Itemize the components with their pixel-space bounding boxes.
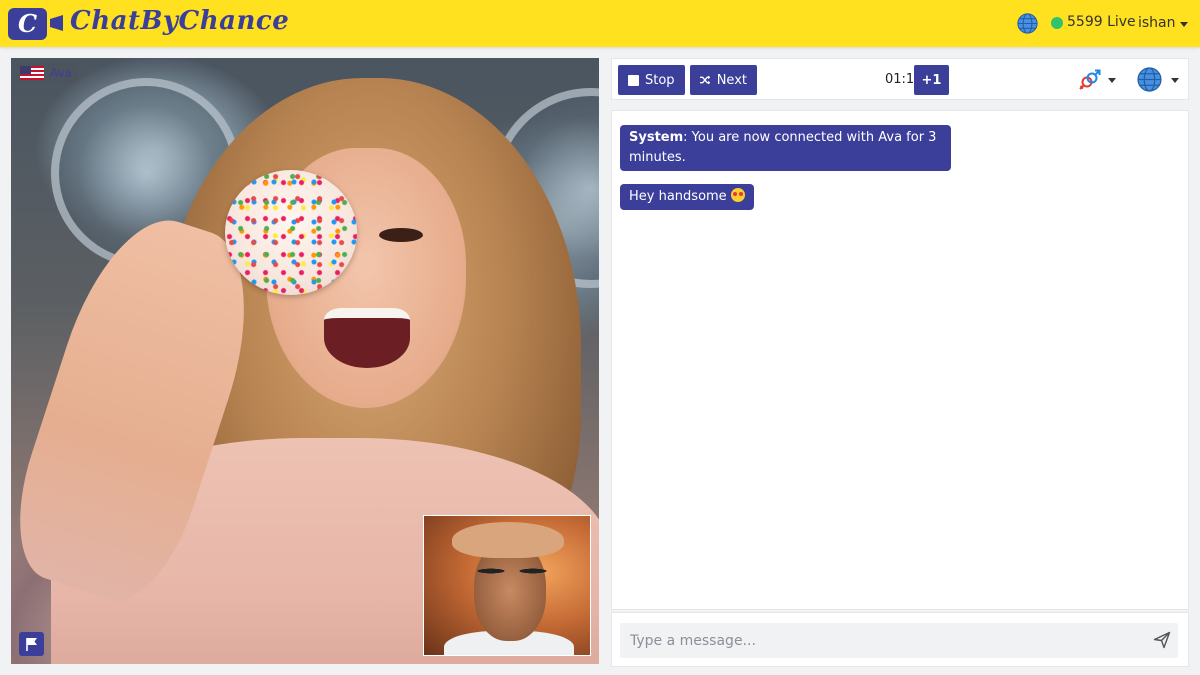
donut-image: [225, 170, 357, 295]
brand-name[interactable]: ChatByChance: [70, 6, 289, 36]
stop-button[interactable]: Stop: [618, 65, 685, 95]
globe-icon[interactable]: [1017, 13, 1038, 34]
caret-down-icon[interactable]: [1108, 78, 1116, 83]
chat-messages: System: You are now connected with Ava f…: [611, 110, 1189, 610]
person-mouth: [324, 308, 410, 368]
report-button[interactable]: [19, 632, 44, 656]
next-label: Next: [716, 72, 747, 88]
next-button[interactable]: Next: [690, 65, 757, 95]
stop-icon: [628, 74, 639, 86]
logo-badge[interactable]: C: [8, 8, 47, 40]
globe-icon[interactable]: [1137, 67, 1162, 92]
self-sunglasses: [470, 560, 554, 582]
message-input[interactable]: [620, 623, 1178, 658]
person-eye: [379, 228, 423, 242]
remote-user-label: Ava: [16, 63, 78, 83]
flag-icon: [26, 638, 37, 651]
message-composer: [611, 612, 1189, 667]
caret-down-icon[interactable]: [1171, 78, 1179, 83]
system-message: System: You are now connected with Ava f…: [620, 125, 951, 171]
remote-user-name: Ava: [50, 66, 72, 80]
caret-down-icon[interactable]: [1180, 22, 1188, 27]
us-flag-icon: [20, 66, 44, 80]
video-camera-icon: [50, 15, 63, 31]
star-struck-emoji: [730, 188, 745, 202]
message-sender: System: [629, 130, 684, 145]
shuffle-icon: [700, 75, 711, 85]
self-video-preview[interactable]: [423, 515, 591, 656]
chat-toolbar: Stop Next 01:11 +1: [611, 58, 1189, 100]
self-hat: [452, 522, 564, 558]
message-text: Hey handsome: [629, 189, 727, 204]
stop-label: Stop: [645, 72, 675, 88]
top-navbar: C ChatByChance 5599 Live ishan: [0, 0, 1200, 47]
live-status-dot: [1051, 17, 1063, 29]
extend-time-button[interactable]: +1: [914, 65, 949, 95]
gender-icon[interactable]: [1078, 68, 1102, 92]
send-icon[interactable]: [1153, 631, 1171, 649]
chat-message: Hey handsome: [620, 184, 754, 210]
user-menu[interactable]: ishan: [1138, 15, 1176, 31]
live-count: 5599 Live: [1067, 14, 1136, 30]
